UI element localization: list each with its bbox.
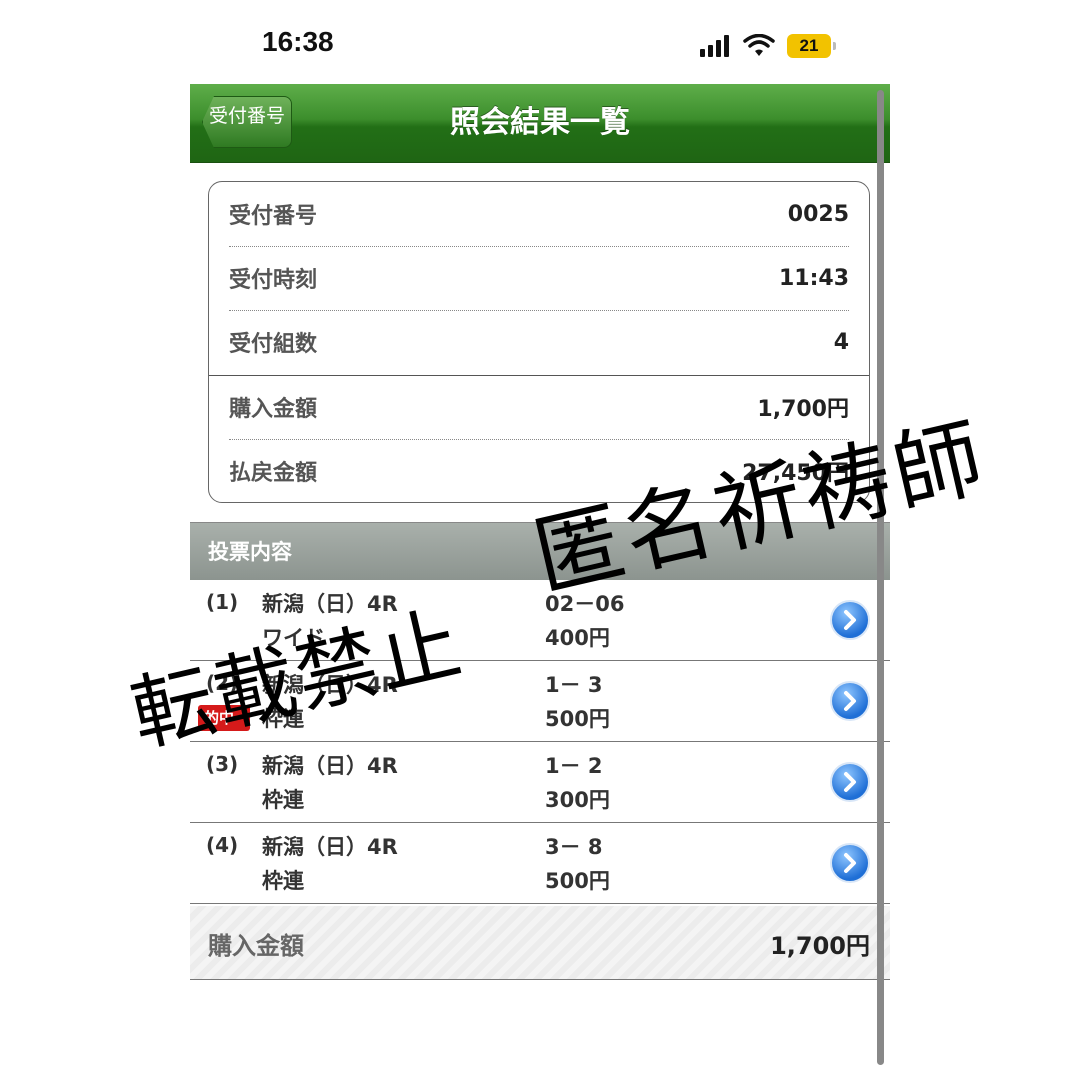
total-bar: 購入金額 1,700円	[190, 906, 890, 980]
ticket-number: (1)	[206, 590, 239, 614]
ticket-race: 新潟（日）4R	[262, 754, 398, 778]
info-row-receipt-number: 受付番号 0025	[229, 182, 849, 246]
info-label: 払戻金額	[229, 461, 318, 486]
battery-icon: 21	[787, 34, 836, 58]
ticket-combination: 1－ 2	[545, 754, 603, 778]
ticket-row[interactable]: (3) 新潟（日）4R 枠連 1－ 2 300円	[190, 742, 890, 823]
scrollbar[interactable]	[877, 90, 884, 1065]
chevron-right-icon[interactable]	[830, 762, 870, 802]
info-value: 11:43	[778, 265, 849, 291]
ticket-number: (3)	[206, 752, 239, 776]
back-button[interactable]: 受付番号	[202, 96, 292, 148]
info-value: 0025	[787, 201, 849, 227]
ticket-bet-type: 枠連	[262, 869, 304, 893]
ticket-combination: 3－ 8	[545, 835, 603, 859]
ticket-race: 新潟（日）4R	[262, 835, 398, 859]
info-label: 受付組数	[229, 332, 318, 357]
ticket-row[interactable]: (4) 新潟（日）4R 枠連 3－ 8 500円	[190, 823, 890, 904]
page-title: 照会結果一覧	[450, 105, 630, 140]
info-label: 購入金額	[229, 397, 318, 422]
info-row-set-count: 受付組数 4	[229, 310, 849, 374]
total-label: 購入金額	[208, 932, 304, 960]
ticket-number: (4)	[206, 833, 239, 857]
info-label: 受付時刻	[229, 268, 318, 293]
info-label: 受付番号	[229, 204, 318, 229]
status-time: 16:38	[262, 26, 334, 57]
ticket-amount: 500円	[545, 869, 610, 893]
chevron-right-icon[interactable]	[830, 681, 870, 721]
ticket-bet-type: 枠連	[262, 788, 304, 812]
chevron-right-icon[interactable]	[830, 600, 870, 640]
ticket-amount: 300円	[545, 788, 610, 812]
status-icons: 21	[700, 30, 836, 62]
signal-icon	[700, 35, 729, 57]
ticket-amount: 500円	[545, 707, 610, 731]
info-row-purchase-amount: 購入金額 1,700円	[229, 375, 849, 439]
chevron-right-icon[interactable]	[830, 843, 870, 883]
ticket-amount: 400円	[545, 626, 610, 650]
info-row-receipt-time: 受付時刻 11:43	[229, 246, 849, 310]
info-value: 4	[833, 329, 849, 355]
wifi-icon	[743, 34, 775, 56]
total-value: 1,700円	[770, 932, 870, 960]
navbar: 照会結果一覧 受付番号	[190, 84, 890, 163]
ticket-combination: 1－ 3	[545, 673, 603, 697]
